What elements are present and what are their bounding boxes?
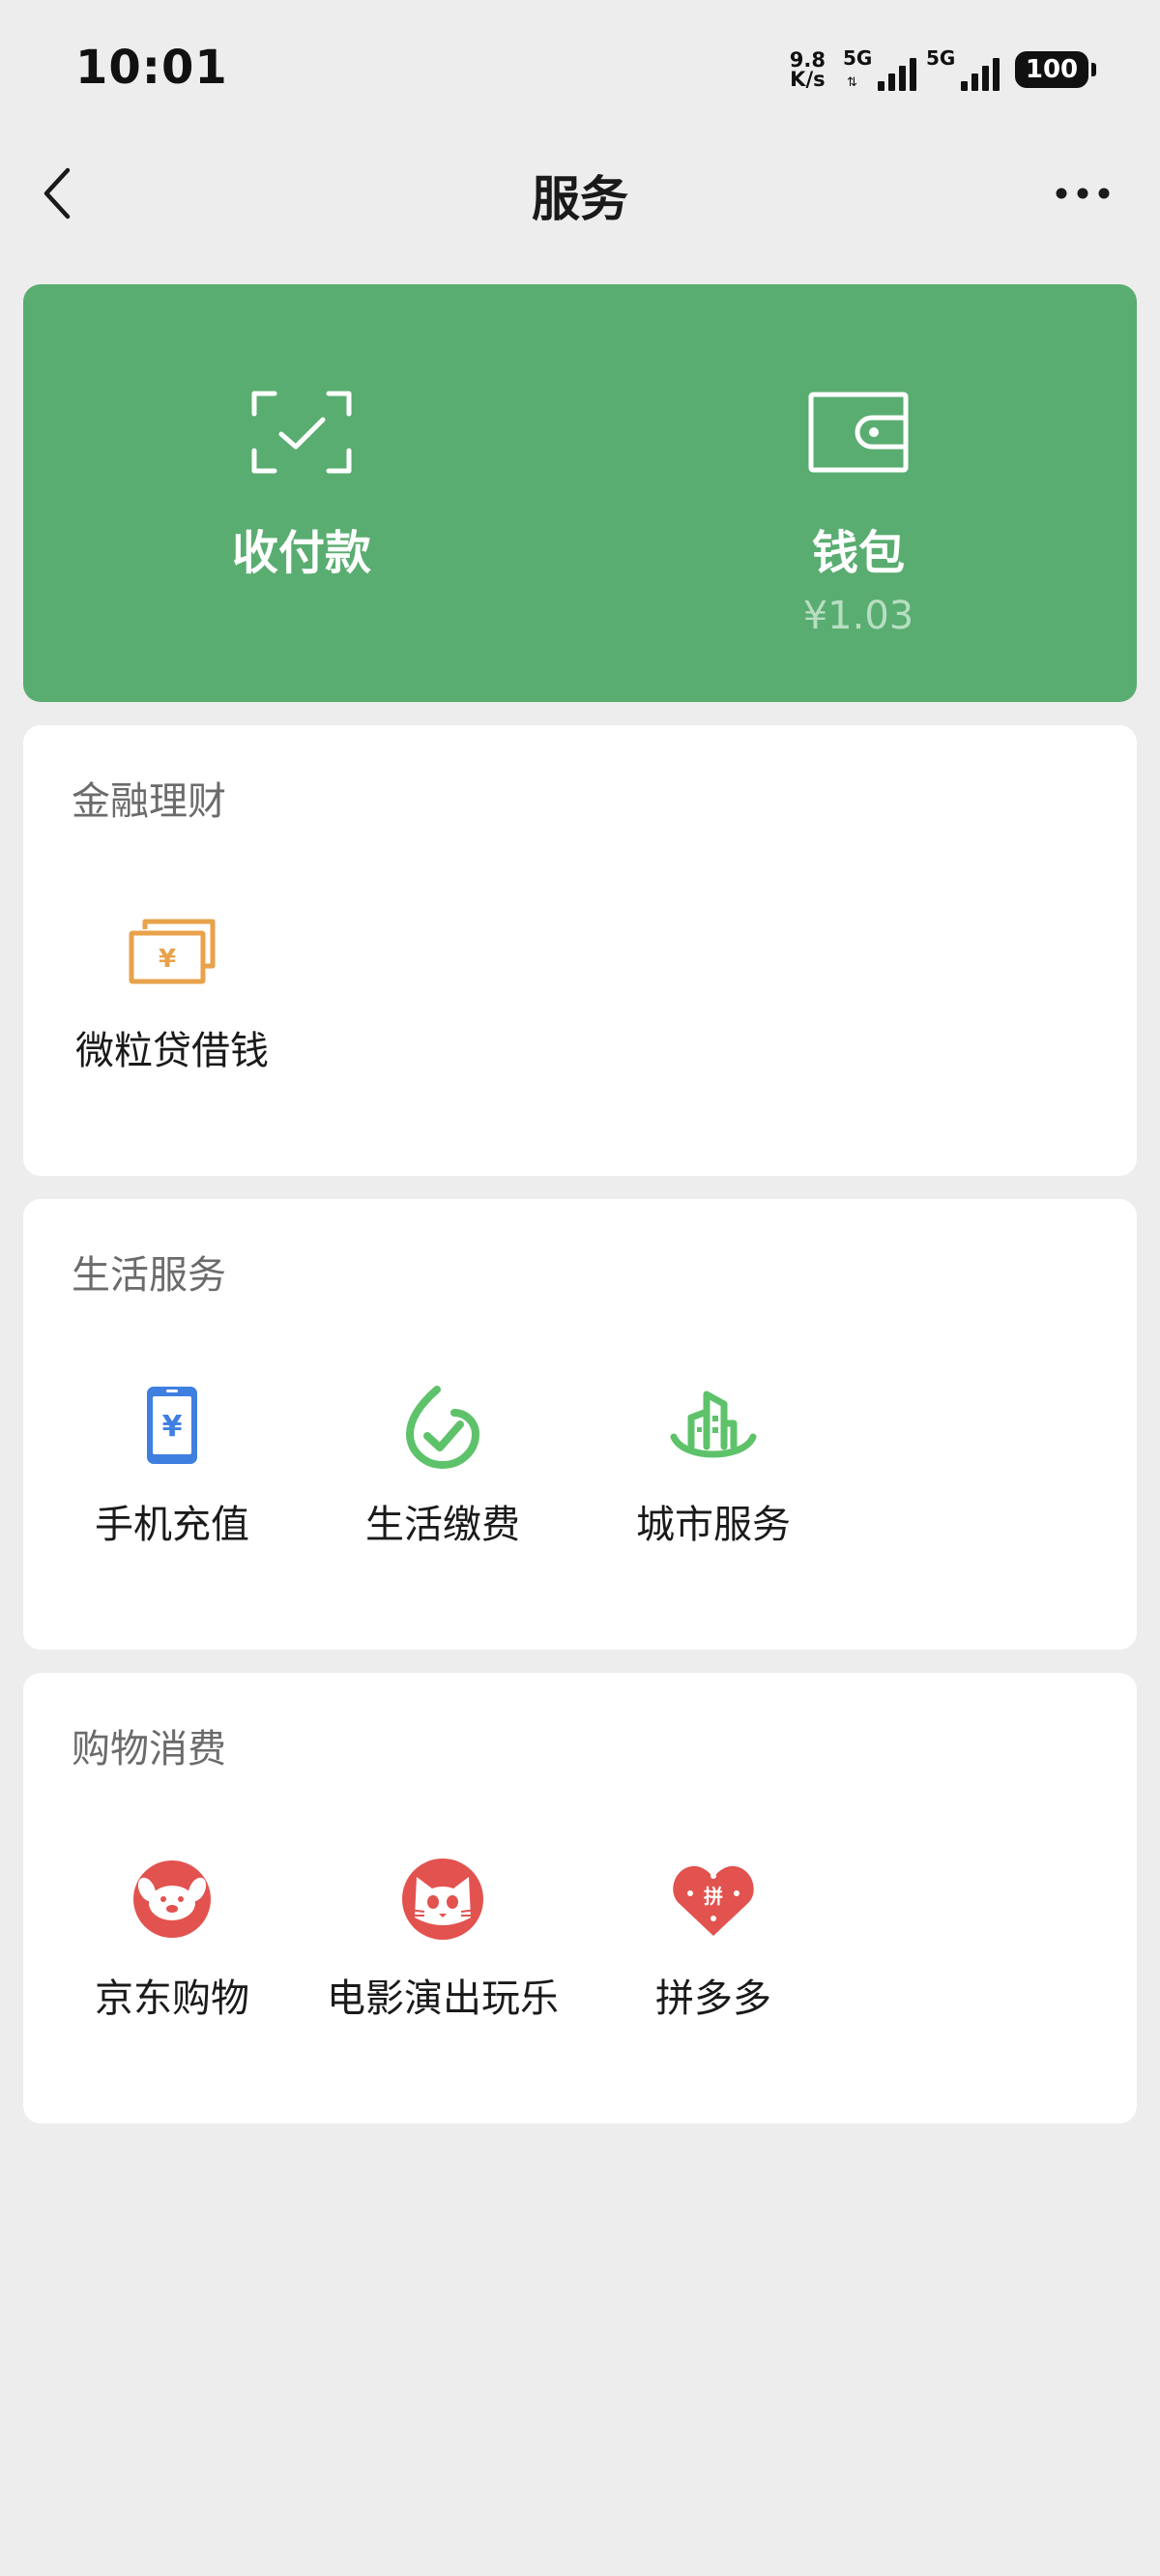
section-title: 购物消费: [72, 1727, 226, 1771]
data-arrows-icon: ⇅: [847, 75, 857, 90]
svg-text:¥: ¥: [162, 1410, 183, 1444]
section-title: 生活服务: [72, 1253, 226, 1298]
more-dots-icon: [1056, 188, 1110, 199]
cat-face-icon: [396, 1853, 489, 1946]
movies-shows-button[interactable]: 电影演出玩乐: [307, 1853, 578, 2023]
scan-check-icon: [251, 391, 352, 474]
sim1-network-label: 5G: [843, 46, 873, 70]
status-bar: 10:01 9.8 K/s 5G ⇅ 5G 100: [0, 0, 1160, 135]
status-indicators: 9.8 K/s 5G ⇅ 5G 100: [789, 44, 1096, 95]
nav-bar: 服务: [0, 135, 1160, 251]
jd-shopping-label: 京东购物: [95, 1976, 249, 2021]
page-title: 服务: [532, 171, 628, 227]
section-finance: 金融理财 ¥ 微粒贷借钱: [23, 725, 1137, 1176]
city-services-label: 城市服务: [636, 1503, 791, 1547]
city-buildings-icon: [667, 1379, 760, 1472]
pinduoduo-button[interactable]: 拼 拼多多: [578, 1853, 849, 2023]
jd-shopping-button[interactable]: 京东购物: [37, 1853, 307, 2023]
network-speed-value: 9.8: [789, 48, 826, 72]
wallet-icon: [808, 391, 909, 474]
utility-payment-button[interactable]: 生活缴费: [307, 1379, 578, 1549]
battery-level: 100: [1025, 55, 1079, 84]
wallet-button[interactable]: 钱包 ¥1.03: [580, 284, 1137, 702]
movies-shows-label: 电影演出玩乐: [327, 1976, 559, 2021]
network-speed: 9.8 K/s: [789, 48, 826, 91]
sim2-network-label: 5G: [926, 46, 956, 70]
svg-text:拼: 拼: [704, 1885, 723, 1908]
jd-dog-icon: [126, 1853, 218, 1946]
phone-recharge-button[interactable]: ¥ 手机充值: [37, 1379, 307, 1549]
pinduoduo-heart-icon: 拼: [667, 1853, 760, 1946]
signal-sim2-icon: 5G: [926, 48, 1000, 91]
svg-text:¥: ¥: [159, 945, 176, 974]
section-title: 金融理财: [72, 779, 226, 824]
pay-card: 收付款 钱包 ¥1.03: [23, 284, 1137, 702]
network-speed-unit: K/s: [790, 68, 826, 91]
status-time: 10:01: [75, 41, 228, 95]
yuan-bills-icon: ¥: [126, 905, 218, 998]
more-button[interactable]: [1044, 164, 1121, 222]
receive-pay-button[interactable]: 收付款: [23, 284, 580, 702]
weilidai-loan-button[interactable]: ¥ 微粒贷借钱: [37, 905, 307, 1075]
signal-sim1-icon: 5G ⇅: [843, 48, 916, 91]
battery-icon: 100: [1015, 51, 1096, 88]
utility-payment-label: 生活缴费: [365, 1503, 520, 1547]
signal-bars-icon: [961, 58, 1000, 91]
section-shopping: 购物消费 京东购物 电影演出玩乐 拼 拼多多: [23, 1673, 1137, 2123]
phone-yuan-icon: ¥: [126, 1379, 218, 1472]
phone-recharge-label: 手机充值: [95, 1503, 249, 1547]
city-services-button[interactable]: 城市服务: [578, 1379, 849, 1549]
wallet-balance: ¥1.03: [802, 594, 914, 638]
pinduoduo-label: 拼多多: [655, 1976, 771, 2021]
weilidai-loan-label: 微粒贷借钱: [75, 1029, 269, 1073]
signal-bars-icon: [878, 58, 916, 91]
check-circle-icon: [396, 1379, 489, 1472]
wallet-label: 钱包: [811, 526, 905, 580]
section-life-services: 生活服务 ¥ 手机充值 生活缴费 城市服务: [23, 1199, 1137, 1650]
receive-pay-label: 收付款: [231, 526, 371, 580]
